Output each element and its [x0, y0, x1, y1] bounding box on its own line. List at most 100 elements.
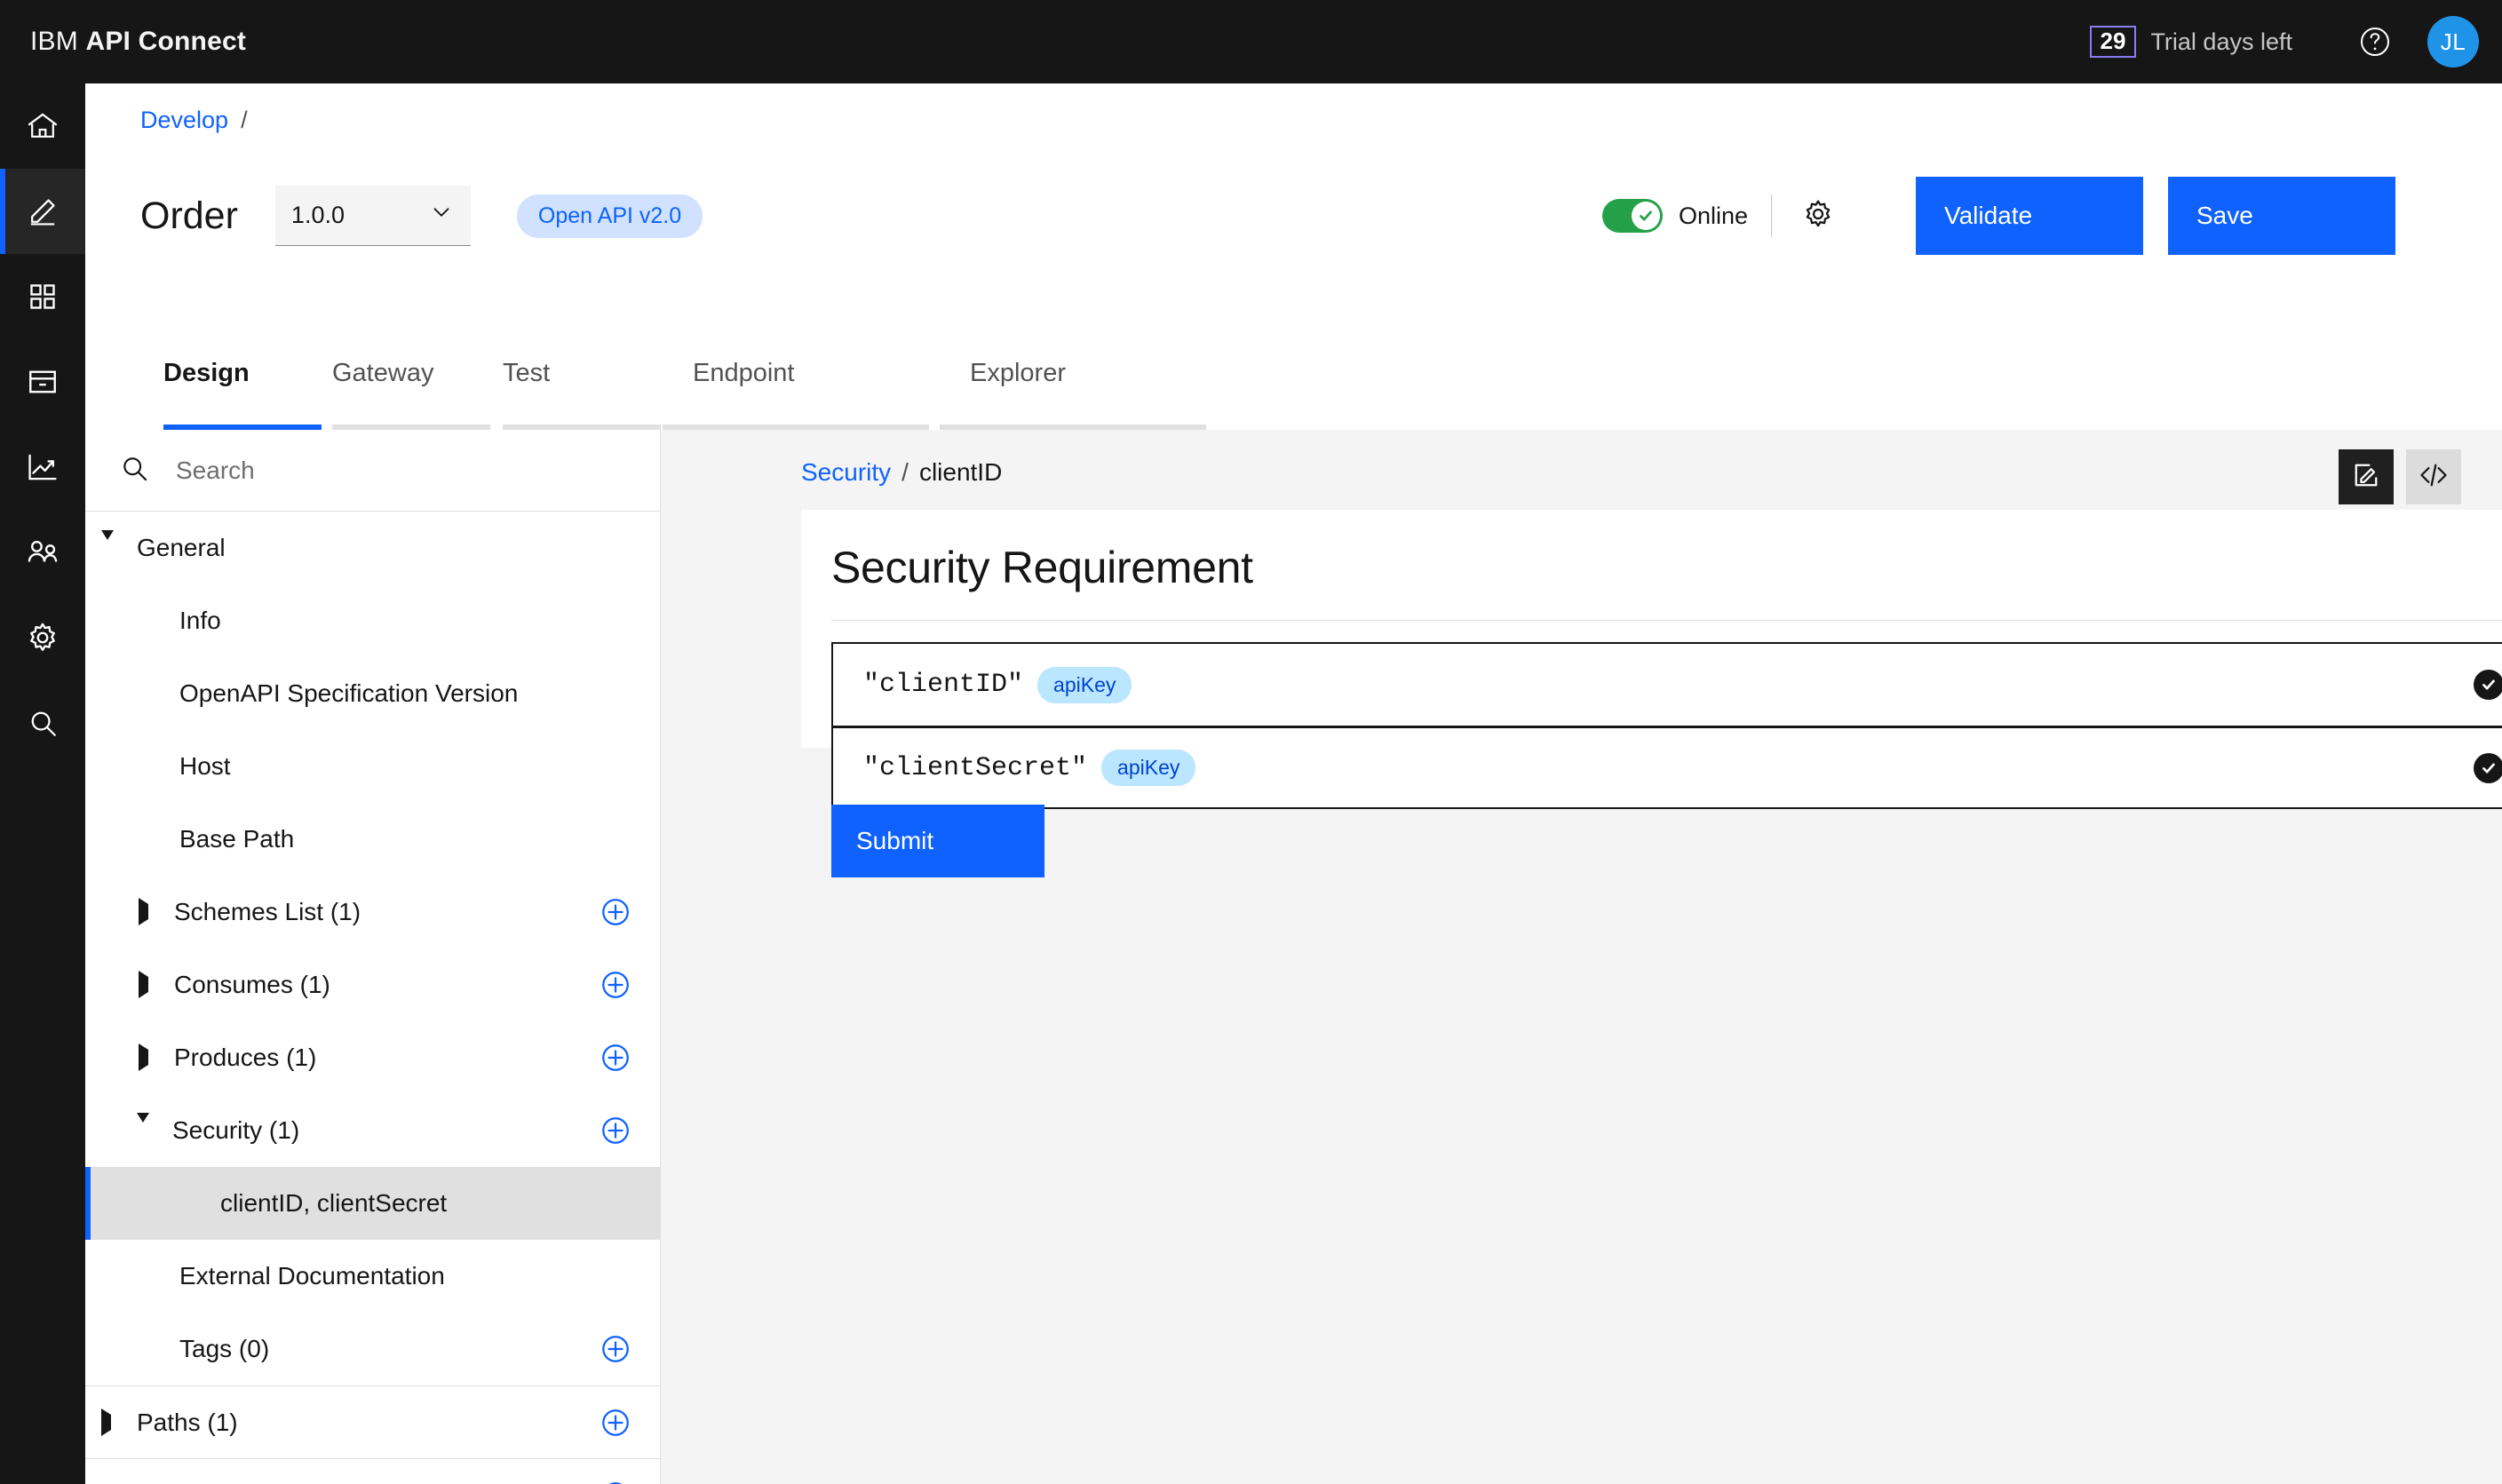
rail-item-analytics[interactable]: [0, 425, 85, 510]
content-panel: Security / clientID: [661, 430, 2502, 1484]
add-scheme-button[interactable]: [598, 894, 633, 930]
develop-pencil-icon: [24, 193, 61, 230]
tree-item-general[interactable]: General: [85, 512, 660, 584]
add-definition-button[interactable]: [598, 1478, 633, 1484]
tab-endpoint-label: Endpoint: [663, 350, 929, 388]
caret-down-icon[interactable]: [101, 540, 124, 556]
caret-right-icon[interactable]: [139, 1050, 162, 1066]
tab-explorer-label: Explorer: [940, 350, 1206, 388]
rail-item-search[interactable]: [0, 680, 85, 766]
tree-item-security[interactable]: Security (1): [85, 1094, 660, 1167]
tree-item-openapi-specification-version[interactable]: OpenAPI Specification Version: [85, 657, 660, 730]
tree-item-label: Security (1): [172, 1116, 299, 1145]
content-breadcrumb: Security / clientID: [801, 458, 1002, 487]
tab-test-label: Test: [503, 350, 661, 388]
tree-item-label: clientID, clientSecret: [220, 1189, 447, 1218]
tree-item-paths[interactable]: Paths (1): [85, 1385, 660, 1458]
save-button[interactable]: Save: [2168, 177, 2395, 255]
tab-endpoint[interactable]: Endpoint: [663, 350, 929, 430]
product-brand[interactable]: IBM API Connect: [30, 27, 246, 57]
tree-item-label: OpenAPI Specification Version: [179, 679, 518, 708]
tab-gateway-label: Gateway: [332, 350, 490, 388]
help-button[interactable]: [2335, 0, 2415, 83]
rail-item-members[interactable]: [0, 510, 85, 595]
settings-gear-icon: [24, 619, 61, 656]
online-toggle-group[interactable]: Online: [1602, 199, 1748, 233]
rail-item-apps[interactable]: [0, 254, 85, 339]
brand-name: API Connect: [85, 27, 246, 56]
top-header-actions: 29 Trial days left JL: [2090, 0, 2502, 83]
tree-item-label: Tags (0): [179, 1335, 269, 1363]
tree-item-definitions[interactable]: Definitions (0): [85, 1458, 660, 1484]
tree-item-label: General: [137, 534, 226, 562]
caret-down-icon[interactable]: [137, 1123, 160, 1139]
tab-explorer[interactable]: Explorer: [940, 350, 1206, 430]
version-select-value: 1.0.0: [291, 202, 345, 229]
form-view-button[interactable]: [2339, 449, 2394, 504]
help-circle-icon: [2357, 24, 2393, 60]
content-breadcrumb-current: clientID: [919, 458, 1002, 486]
tab-design[interactable]: Design: [163, 350, 322, 430]
tree-item-label: Paths (1): [137, 1409, 238, 1437]
tree-item-produces[interactable]: Produces (1): [85, 1021, 660, 1094]
scheme-row-clientsecret[interactable]: "clientSecret" apiKey: [833, 726, 2502, 807]
caret-right-icon[interactable]: [101, 1415, 124, 1431]
submit-button[interactable]: Submit: [831, 805, 1044, 877]
tree-item-clientid-clientsecret[interactable]: clientID, clientSecret: [85, 1167, 660, 1240]
user-avatar[interactable]: JL: [2427, 16, 2479, 67]
sidebar-search-row[interactable]: [85, 430, 660, 512]
overflow-menu-button[interactable]: [2404, 177, 2482, 255]
divider: [1771, 194, 1772, 237]
api-header-row: Order 1.0.0 Open API v2.0: [140, 167, 2502, 265]
tree-item-schemes-list[interactable]: Schemes List (1): [85, 876, 660, 948]
home-icon: [24, 107, 61, 145]
card-title: Security Requirement: [831, 542, 2502, 593]
trial-days-label: Trial days left: [2150, 28, 2292, 56]
version-select[interactable]: 1.0.0: [275, 186, 471, 246]
caret-right-icon[interactable]: [139, 904, 162, 920]
primary-tabs: Design Gateway Test Endpoint Explorer: [85, 350, 2502, 430]
tree-item-consumes[interactable]: Consumes (1): [85, 948, 660, 1021]
search-input[interactable]: [176, 456, 549, 485]
source-view-button[interactable]: [2406, 449, 2461, 504]
design-tree: General Info OpenAPI Specification Versi…: [85, 512, 660, 1484]
view-mode-toggles: [2339, 449, 2461, 504]
breadcrumb-develop-link[interactable]: Develop: [140, 107, 228, 133]
content-breadcrumb-separator: /: [902, 458, 909, 486]
caret-right-icon[interactable]: [139, 977, 162, 993]
rail-item-develop[interactable]: [0, 169, 85, 254]
api-settings-button[interactable]: [1795, 193, 1841, 239]
tree-item-external-documentation[interactable]: External Documentation: [85, 1240, 660, 1313]
add-produces-button[interactable]: [598, 1040, 633, 1075]
trial-days-badge: 29: [2090, 26, 2137, 58]
toggle-knob: [1632, 202, 1660, 230]
scheme-row-clientid[interactable]: "clientID" apiKey: [833, 644, 2502, 726]
add-path-button[interactable]: [598, 1405, 633, 1440]
apps-grid-icon: [25, 279, 60, 314]
rail-item-home[interactable]: [0, 83, 85, 169]
checkmark-filled-icon[interactable]: [2474, 753, 2502, 783]
rail-item-catalog[interactable]: [0, 339, 85, 425]
validate-button[interactable]: Validate: [1916, 177, 2143, 255]
tree-item-base-path[interactable]: Base Path: [85, 803, 660, 876]
scheme-name: "clientID": [863, 670, 1023, 700]
tab-design-label: Design: [163, 350, 322, 388]
add-tag-button[interactable]: [598, 1331, 633, 1367]
add-security-button[interactable]: [598, 1113, 633, 1148]
analytics-chart-icon: [24, 448, 61, 486]
checkmark-filled-icon[interactable]: [2474, 670, 2502, 700]
tab-gateway[interactable]: Gateway: [332, 350, 490, 430]
app-root: IBM API Connect 29 Trial days left JL: [0, 0, 2502, 1484]
tab-test[interactable]: Test: [503, 350, 661, 430]
chevron-down-icon: [428, 199, 455, 232]
add-consumes-button[interactable]: [598, 967, 633, 1003]
tree-item-tags[interactable]: Tags (0): [85, 1313, 660, 1385]
online-toggle[interactable]: [1602, 199, 1663, 233]
tree-item-label: Info: [179, 607, 221, 635]
tree-item-host[interactable]: Host: [85, 730, 660, 803]
rail-item-settings[interactable]: [0, 595, 85, 680]
tree-item-label: Definitions (0): [137, 1481, 290, 1484]
tree-item-info[interactable]: Info: [85, 584, 660, 657]
catalog-drawer-icon: [25, 364, 60, 400]
content-breadcrumb-security-link[interactable]: Security: [801, 458, 891, 486]
